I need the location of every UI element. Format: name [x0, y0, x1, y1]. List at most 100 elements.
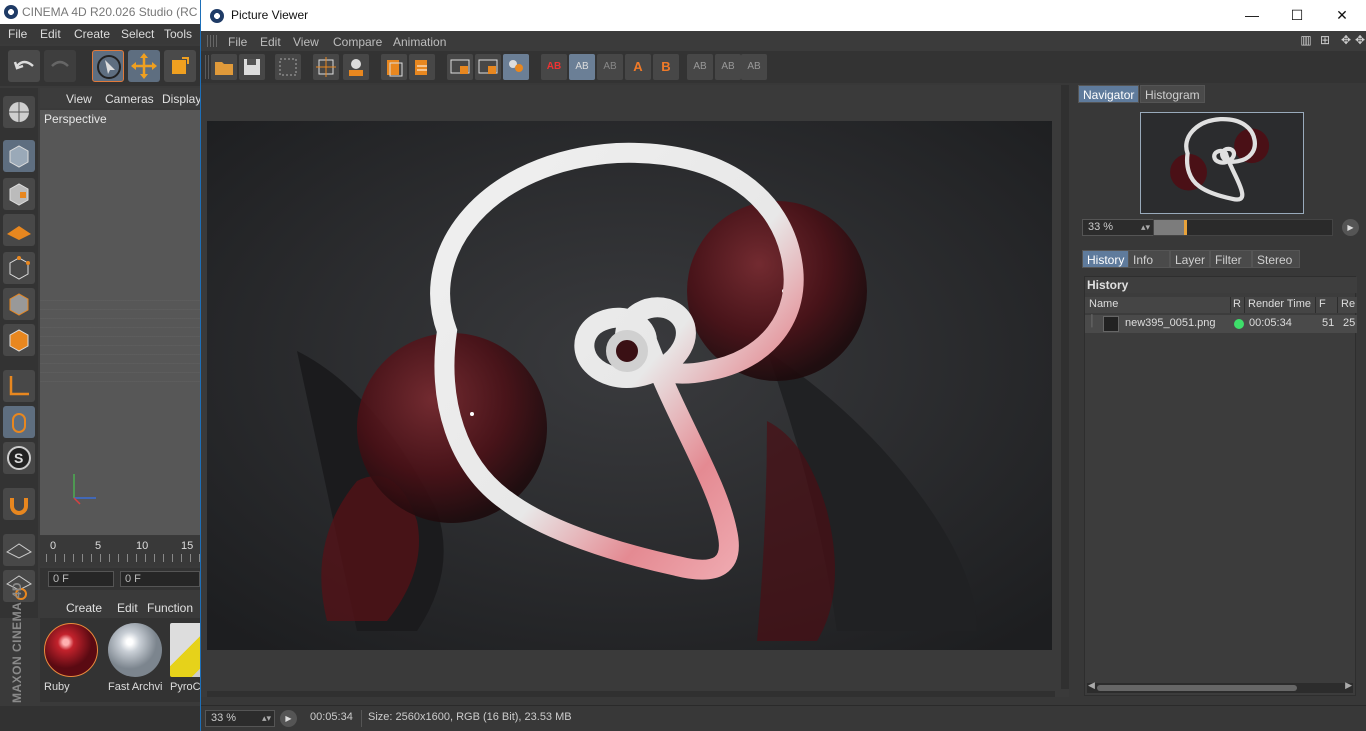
- current-frame-field[interactable]: 0 F: [48, 571, 114, 587]
- axis-mode-button[interactable]: [3, 370, 35, 402]
- menu-grip-icon[interactable]: [207, 35, 219, 47]
- navigator-thumbnail[interactable]: [1140, 112, 1304, 214]
- column-name[interactable]: Name: [1089, 298, 1118, 310]
- pv-menu-view[interactable]: View: [293, 35, 319, 49]
- tab-histogram[interactable]: Histogram: [1140, 85, 1205, 103]
- pv-menu-compare[interactable]: Compare: [333, 35, 382, 49]
- tab-filter[interactable]: Filter: [1210, 250, 1252, 268]
- tab-navigator[interactable]: Navigator: [1078, 85, 1140, 103]
- close-button[interactable]: ✕: [1319, 0, 1365, 31]
- status-play-button[interactable]: ▶: [280, 710, 297, 727]
- column-divider[interactable]: [1315, 297, 1316, 313]
- column-divider[interactable]: [1244, 297, 1245, 313]
- render-region-button[interactable]: [275, 54, 301, 80]
- fit-image-button[interactable]: [313, 54, 339, 80]
- canvas-horizontal-scrollbar[interactable]: [207, 691, 1055, 697]
- remove-image-button[interactable]: [381, 54, 407, 80]
- c4d-menu-create[interactable]: Create: [74, 27, 110, 41]
- world-tool-button[interactable]: [3, 96, 35, 128]
- material-menu-edit[interactable]: Edit: [117, 601, 138, 615]
- zoom-slider-knob[interactable]: [1184, 220, 1187, 235]
- navigator-zoom-slider[interactable]: [1153, 219, 1333, 236]
- lock-workplane-button[interactable]: [3, 534, 35, 566]
- history-scroll-thumb[interactable]: [1097, 685, 1297, 691]
- new-panel-icon[interactable]: ⊞: [1318, 33, 1332, 47]
- canvas-vertical-scrollbar[interactable]: [1061, 85, 1069, 689]
- column-divider[interactable]: [1337, 297, 1338, 313]
- render-to-pv-button[interactable]: [343, 54, 369, 80]
- magnet-button[interactable]: [3, 488, 35, 520]
- timeline-ruler[interactable]: 0 5 10 15: [40, 536, 200, 566]
- material-pyrocluster[interactable]: PyroC: [168, 621, 200, 695]
- snap-button[interactable]: S: [3, 442, 35, 474]
- layout-panel-icon[interactable]: ▥: [1299, 33, 1313, 47]
- redo-button[interactable]: [44, 50, 76, 82]
- ab-stereo-button[interactable]: AB: [715, 54, 741, 80]
- viewport-menu-cameras[interactable]: Cameras: [105, 92, 154, 106]
- scroll-left-icon[interactable]: ◀: [1088, 680, 1095, 691]
- c4d-menu-select[interactable]: Select: [121, 27, 154, 41]
- pin-panel-icon[interactable]: ✥: [1353, 33, 1366, 47]
- maximize-button[interactable]: ☐: [1274, 0, 1320, 31]
- edges-mode-button[interactable]: [3, 288, 35, 320]
- spinner-arrows-icon[interactable]: ▴▾: [262, 711, 271, 726]
- status-zoom-field[interactable]: 33 % ▴▾: [205, 710, 275, 727]
- compare-button[interactable]: [503, 54, 529, 80]
- navigator-zoom-field[interactable]: 33 % ▴▾: [1082, 219, 1154, 236]
- pv-menu-animation[interactable]: Animation: [393, 35, 446, 49]
- tab-layer[interactable]: Layer: [1170, 250, 1210, 268]
- compare-ab-split-button[interactable]: AB: [569, 54, 595, 80]
- tab-info[interactable]: Info: [1128, 250, 1170, 268]
- tab-stereo[interactable]: Stereo: [1252, 250, 1300, 268]
- material-fast-archviz[interactable]: Fast Archvi: [106, 621, 164, 695]
- material-menu-function[interactable]: Function: [147, 601, 193, 615]
- column-frame[interactable]: F: [1319, 298, 1326, 310]
- remove-all-button[interactable]: [409, 54, 435, 80]
- scale-tool-button[interactable]: [164, 50, 196, 82]
- undo-button[interactable]: [8, 50, 40, 82]
- texture-mode-button[interactable]: [3, 178, 35, 210]
- open-button[interactable]: [211, 54, 237, 80]
- column-r[interactable]: R: [1233, 298, 1241, 310]
- minimize-button[interactable]: —: [1229, 0, 1275, 31]
- move-tool-button[interactable]: [128, 50, 160, 82]
- c4d-menu-file[interactable]: File: [8, 27, 27, 41]
- column-render-time[interactable]: Render Time: [1248, 298, 1311, 310]
- perspective-viewport[interactable]: Perspective: [40, 110, 200, 535]
- material-menu-create[interactable]: Create: [66, 601, 102, 615]
- model-mode-button[interactable]: [3, 140, 35, 172]
- set-as-a-button[interactable]: [447, 54, 473, 80]
- column-resolution[interactable]: Re: [1341, 298, 1355, 310]
- tweak-mode-button[interactable]: [3, 406, 35, 438]
- c4d-menu-tools[interactable]: Tools: [164, 27, 192, 41]
- scroll-right-icon[interactable]: ▶: [1345, 680, 1352, 691]
- zoom-play-button[interactable]: ▶: [1342, 219, 1359, 236]
- save-icon: [244, 59, 260, 75]
- set-a-button[interactable]: A: [625, 54, 651, 80]
- history-horizontal-scrollbar[interactable]: ◀ ▶: [1087, 680, 1353, 693]
- spinner-arrows-icon[interactable]: ▴▾: [1141, 220, 1150, 235]
- swap-ab-button[interactable]: AB: [687, 54, 713, 80]
- material-ruby[interactable]: Ruby: [42, 621, 100, 695]
- set-as-b-button[interactable]: [475, 54, 501, 80]
- save-button[interactable]: [239, 54, 265, 80]
- history-row[interactable]: │ new395_0051.png 00:05:34 51 25: [1085, 315, 1357, 333]
- tab-history[interactable]: History: [1082, 250, 1130, 268]
- move-panel-icon[interactable]: ✥: [1339, 33, 1353, 47]
- points-mode-button[interactable]: [3, 252, 35, 284]
- column-divider[interactable]: [1230, 297, 1231, 313]
- polygons-mode-button[interactable]: [3, 324, 35, 356]
- pv-menu-edit[interactable]: Edit: [260, 35, 281, 49]
- compare-ab-button[interactable]: AB: [541, 54, 567, 80]
- image-canvas-area[interactable]: [201, 85, 1069, 697]
- set-b-button[interactable]: B: [653, 54, 679, 80]
- start-frame-field[interactable]: 0 F: [120, 571, 200, 587]
- viewport-menu-view[interactable]: View: [66, 92, 92, 106]
- pv-menu-file[interactable]: File: [228, 35, 247, 49]
- c4d-menu-edit[interactable]: Edit: [40, 27, 61, 41]
- viewport-menu-display[interactable]: Display: [162, 92, 201, 106]
- ab-anaglyph-button[interactable]: AB: [741, 54, 767, 80]
- workplane-button[interactable]: [3, 214, 35, 246]
- select-tool-button[interactable]: [92, 50, 124, 82]
- compare-ab-diff-button[interactable]: AB: [597, 54, 623, 80]
